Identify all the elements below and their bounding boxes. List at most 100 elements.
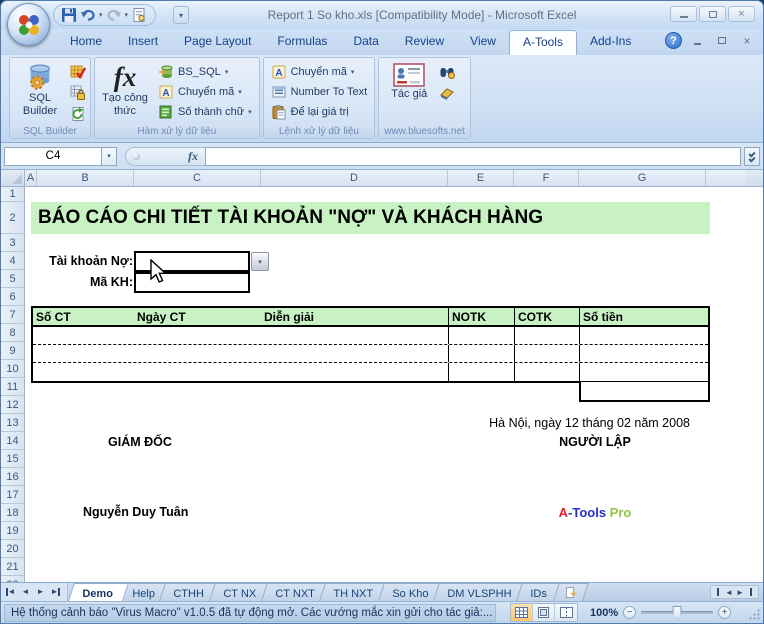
row-header[interactable]: 9 bbox=[1, 342, 24, 360]
insert-function-button[interactable]: fx bbox=[188, 149, 198, 164]
zoom-level[interactable]: 100% bbox=[590, 607, 618, 619]
ribbon-tab[interactable]: A-Tools bbox=[509, 30, 577, 55]
name-box[interactable]: C4 bbox=[4, 147, 102, 166]
row-headers: 12345678910111213141516171819202122 bbox=[1, 187, 25, 582]
h-scroll-left-button[interactable]: ◄ bbox=[724, 586, 734, 598]
customize-quick-access-button[interactable]: ▾ bbox=[173, 6, 189, 24]
row-header[interactable]: 14 bbox=[1, 432, 24, 450]
number-to-text-command[interactable]: Number To Text bbox=[267, 82, 372, 102]
so-thanh-chu-menu[interactable]: Số thành chữ ▾ bbox=[154, 102, 256, 122]
group-label-ham-xu-ly[interactable]: Hàm xử lý dữ liệu bbox=[95, 124, 259, 138]
status-message: Hệ thống cảnh báo "Virus Macro" v1.0.5 đ… bbox=[4, 604, 496, 622]
account-dropdown-button[interactable]: ▾ bbox=[251, 252, 269, 271]
group-label-lenh-xu-ly[interactable]: Lệnh xử lý dữ liệu bbox=[264, 124, 375, 138]
sheet-tab[interactable]: DM VLSPHH bbox=[433, 583, 527, 601]
chuyen-ma-command[interactable]: A Chuyển mã ▾ bbox=[267, 62, 372, 82]
column-header[interactable]: D bbox=[261, 170, 448, 186]
zoom-slider[interactable] bbox=[641, 611, 713, 614]
row-header[interactable]: 6 bbox=[1, 288, 24, 306]
workbook-minimize-button[interactable] bbox=[687, 33, 707, 48]
row-header[interactable]: 16 bbox=[1, 468, 24, 486]
column-header[interactable]: F bbox=[514, 170, 579, 186]
refresh-button[interactable] bbox=[69, 105, 87, 123]
ribbon-tab[interactable]: Data bbox=[340, 30, 391, 55]
zoom-slider-thumb[interactable] bbox=[673, 606, 682, 619]
row-header[interactable]: 8 bbox=[1, 324, 24, 342]
zoom-in-button[interactable]: + bbox=[718, 606, 731, 619]
minimize-button[interactable] bbox=[670, 6, 697, 22]
search-button[interactable] bbox=[438, 63, 456, 81]
office-button[interactable] bbox=[7, 3, 50, 46]
sql-builder-button[interactable]: SQL Builder bbox=[13, 60, 67, 124]
group-label-sql-builder[interactable]: SQL Builder bbox=[10, 124, 90, 138]
row-header[interactable]: 21 bbox=[1, 558, 24, 576]
row-header[interactable]: 19 bbox=[1, 522, 24, 540]
h-scroll-right-end[interactable] bbox=[746, 586, 756, 598]
ribbon-tab[interactable]: Home bbox=[57, 30, 115, 55]
column-header[interactable]: A bbox=[25, 170, 37, 186]
ribbon-tab[interactable]: View bbox=[457, 30, 509, 55]
row-header[interactable]: 4 bbox=[1, 252, 24, 270]
column-header[interactable]: E bbox=[448, 170, 514, 186]
next-sheet-button[interactable]: ► bbox=[34, 585, 47, 599]
row-header[interactable]: 1 bbox=[1, 187, 24, 202]
row-header[interactable]: 2 bbox=[1, 202, 24, 234]
workbook-close-button[interactable]: × bbox=[737, 33, 757, 48]
ribbon-tab[interactable]: Add-Ins bbox=[577, 30, 644, 55]
expand-formula-bar-button[interactable] bbox=[744, 147, 760, 166]
zoom-out-button[interactable]: − bbox=[623, 606, 636, 619]
first-sheet-button[interactable]: ◄ bbox=[4, 585, 17, 599]
name-box-dropdown[interactable]: ▾ bbox=[102, 147, 117, 166]
eraser-button[interactable] bbox=[438, 84, 456, 102]
tao-cong-thuc-button[interactable]: fx Tạo công thức bbox=[98, 60, 152, 124]
page-layout-view-button[interactable] bbox=[533, 604, 555, 621]
close-button[interactable]: × bbox=[728, 6, 755, 22]
de-lai-gia-tri-command[interactable]: Để lại giá trị bbox=[267, 102, 372, 122]
undo-dropdown[interactable]: ▾ bbox=[99, 11, 103, 19]
h-scroll-right-button[interactable]: ► bbox=[735, 586, 745, 598]
chuyen-ma-menu[interactable]: A Chuyển mã ▾ bbox=[154, 82, 256, 102]
ribbon-tab[interactable]: Insert bbox=[115, 30, 171, 55]
row-header[interactable]: 5 bbox=[1, 270, 24, 288]
last-sheet-button[interactable]: ► bbox=[49, 585, 62, 599]
ribbon-tab[interactable]: Formulas bbox=[264, 30, 340, 55]
h-scroll-left-end[interactable] bbox=[713, 586, 723, 598]
restore-button[interactable] bbox=[699, 6, 726, 22]
redo-dropdown[interactable]: ▾ bbox=[125, 11, 129, 19]
print-preview-button[interactable] bbox=[131, 6, 147, 24]
sheet-tab[interactable]: Demo bbox=[68, 583, 128, 601]
page-break-preview-button[interactable] bbox=[555, 604, 577, 621]
row-header[interactable]: 18 bbox=[1, 504, 24, 522]
formula-input[interactable] bbox=[205, 147, 741, 166]
tac-gia-button[interactable]: Tác giả bbox=[382, 60, 436, 124]
insert-worksheet-tab[interactable] bbox=[553, 583, 589, 601]
row-header[interactable]: 20 bbox=[1, 540, 24, 558]
select-all-corner[interactable] bbox=[1, 170, 25, 186]
workbook-restore-button[interactable] bbox=[712, 33, 732, 48]
row-header[interactable]: 17 bbox=[1, 486, 24, 504]
table-check-button[interactable] bbox=[69, 63, 87, 81]
ribbon-tab[interactable]: Page Layout bbox=[171, 30, 264, 55]
row-header[interactable]: 15 bbox=[1, 450, 24, 468]
save-button[interactable] bbox=[61, 6, 77, 24]
redo-button[interactable] bbox=[106, 6, 122, 24]
row-header[interactable]: 11 bbox=[1, 378, 24, 396]
undo-button[interactable] bbox=[80, 6, 96, 24]
normal-view-button[interactable] bbox=[511, 604, 533, 621]
group-label-bluesofts[interactable]: www.bluesofts.net bbox=[379, 124, 470, 138]
bs-sql-menu[interactable]: BS_SQL ▾ bbox=[154, 62, 256, 82]
ribbon-tab[interactable]: Review bbox=[392, 30, 457, 55]
previous-sheet-button[interactable]: ◄ bbox=[19, 585, 32, 599]
column-header[interactable]: G bbox=[579, 170, 706, 186]
resize-grip[interactable] bbox=[748, 608, 761, 621]
ribbon-group-bluesofts: Tác giả bbox=[378, 57, 471, 139]
column-header[interactable]: B bbox=[37, 170, 134, 186]
row-header[interactable]: 10 bbox=[1, 360, 24, 378]
lock-cells-button[interactable] bbox=[69, 84, 87, 102]
row-header[interactable]: 13 bbox=[1, 414, 24, 432]
help-button[interactable]: ? bbox=[665, 32, 682, 49]
row-header[interactable]: 12 bbox=[1, 396, 24, 414]
row-header[interactable]: 3 bbox=[1, 234, 24, 252]
row-header[interactable]: 7 bbox=[1, 306, 24, 324]
column-header[interactable]: C bbox=[134, 170, 261, 186]
